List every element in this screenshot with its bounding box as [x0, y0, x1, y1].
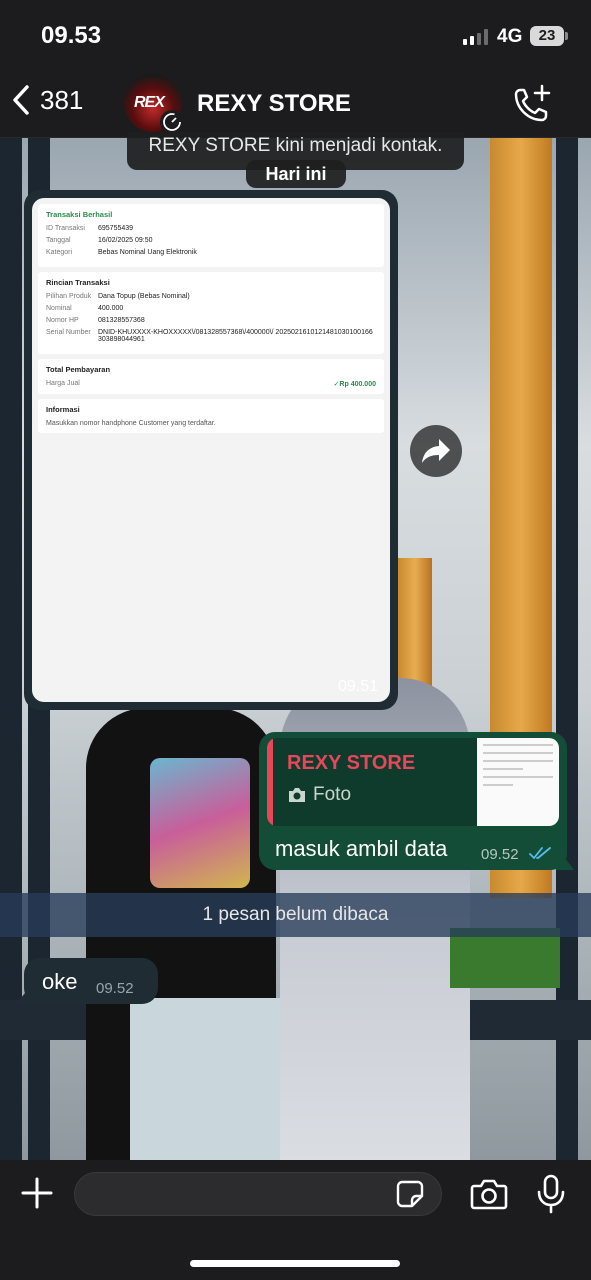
quote-type-label: Foto [313, 784, 352, 805]
sticker-icon [396, 1180, 424, 1208]
quote-type: Foto [287, 784, 351, 806]
back-button[interactable]: 381 [12, 84, 83, 116]
receipt-detail-card: Rincian Transaksi Pilihan Produk Dana Top… [38, 272, 384, 354]
chevron-left-icon [13, 85, 29, 115]
plus-icon [21, 1177, 53, 1209]
receipt-label: Nomor HP [46, 317, 79, 324]
microphone-icon [537, 1174, 565, 1214]
receipt-info-text: Masukkan nomor handphone Customer yang t… [46, 420, 216, 427]
receipt-info-title: Informasi [46, 405, 80, 414]
receipt-label: Tanggal [46, 237, 71, 244]
phone-plus-icon [514, 84, 551, 122]
receipt-total-title: Total Pembayaran [46, 365, 111, 374]
unread-messages-divider: 1 pesan belum dibaca [0, 893, 591, 937]
outgoing-message[interactable]: REXY STORE Foto masuk ambil data 09.52 [259, 732, 567, 870]
message-time: 09.51 [337, 678, 378, 695]
battery-tip [565, 32, 568, 40]
receipt-value: 081328557368 [98, 317, 145, 324]
receipt-value: 16/02/2025 09:50 [98, 237, 153, 244]
receipt-label: Kategori [46, 249, 73, 256]
quote-thumbnail [477, 738, 559, 826]
add-call-button[interactable] [512, 84, 552, 129]
unread-chats-count: 381 [40, 84, 84, 115]
chat-header: 381 REX REXY STORE [0, 70, 591, 138]
receipt-summary-card: Transaksi Berhasil ID Transaksi 695755439… [38, 204, 384, 267]
message-input[interactable] [74, 1172, 442, 1216]
receipt-image: Transaksi Berhasil ID Transaksi 695755439… [32, 198, 390, 702]
quoted-message[interactable]: REXY STORE Foto [267, 738, 559, 826]
attach-button[interactable] [20, 1176, 54, 1215]
image-message[interactable]: Transaksi Berhasil ID Transaksi 695755439… [24, 190, 398, 710]
disappearing-timer-icon [160, 110, 184, 134]
receipt-value: 695755439 [98, 225, 134, 232]
camera-button[interactable] [470, 1178, 508, 1215]
quote-accent-bar [267, 738, 273, 826]
incoming-message[interactable]: oke 09.52 [24, 958, 158, 1004]
camera-icon [289, 788, 305, 802]
receipt-success-title: Transaksi Berhasil [46, 210, 113, 219]
receipt-value: DNID-KHUXXXX-KHOXXXXX\/081328557368\/400… [98, 329, 373, 343]
forward-icon [422, 439, 450, 463]
network-type: 4G [497, 26, 523, 47]
receipt-total-card: Total Pembayaran Harga Jual ✓Rp 400.000 [38, 359, 384, 394]
signal-icon [463, 29, 488, 45]
message-input-bar [0, 1160, 591, 1280]
receipt-label: Serial Number [46, 329, 91, 336]
receipt-label: Nominal [46, 305, 72, 312]
receipt-value: Bebas Nominal Uang Elektronik [98, 249, 197, 256]
contact-name[interactable]: REXY STORE [197, 90, 351, 118]
battery-icon: 23 [530, 26, 564, 46]
microphone-button[interactable] [536, 1174, 566, 1219]
status-bar: 09.53 4G 23 [0, 0, 591, 70]
message-text: masuk ambil data [275, 836, 448, 861]
receipt-total-label: Harga Jual [46, 380, 80, 387]
camera-icon [470, 1179, 508, 1210]
read-ticks-icon [529, 847, 551, 859]
forward-button[interactable] [410, 425, 462, 477]
receipt-info-card: Informasi Masukkan nomor handphone Custo… [38, 399, 384, 433]
receipt-value: Dana Topup (Bebas Nominal) [98, 293, 190, 300]
receipt-detail-title: Rincian Transaksi [46, 278, 110, 287]
receipt-label: Pilihan Produk [46, 293, 92, 300]
status-time: 09.53 [41, 22, 102, 49]
sticker-button[interactable] [396, 1180, 424, 1213]
message-time: 09.52 [96, 980, 134, 997]
receipt-total-value: ✓Rp 400.000 [333, 381, 376, 388]
date-divider: Hari ini [246, 160, 346, 188]
receipt-label: ID Transaksi [46, 225, 85, 232]
message-text: oke [42, 969, 78, 994]
receipt-value: 400.000 [98, 305, 124, 312]
message-time: 09.52 [481, 846, 519, 863]
quote-sender: REXY STORE [287, 752, 416, 774]
home-indicator [190, 1260, 400, 1267]
